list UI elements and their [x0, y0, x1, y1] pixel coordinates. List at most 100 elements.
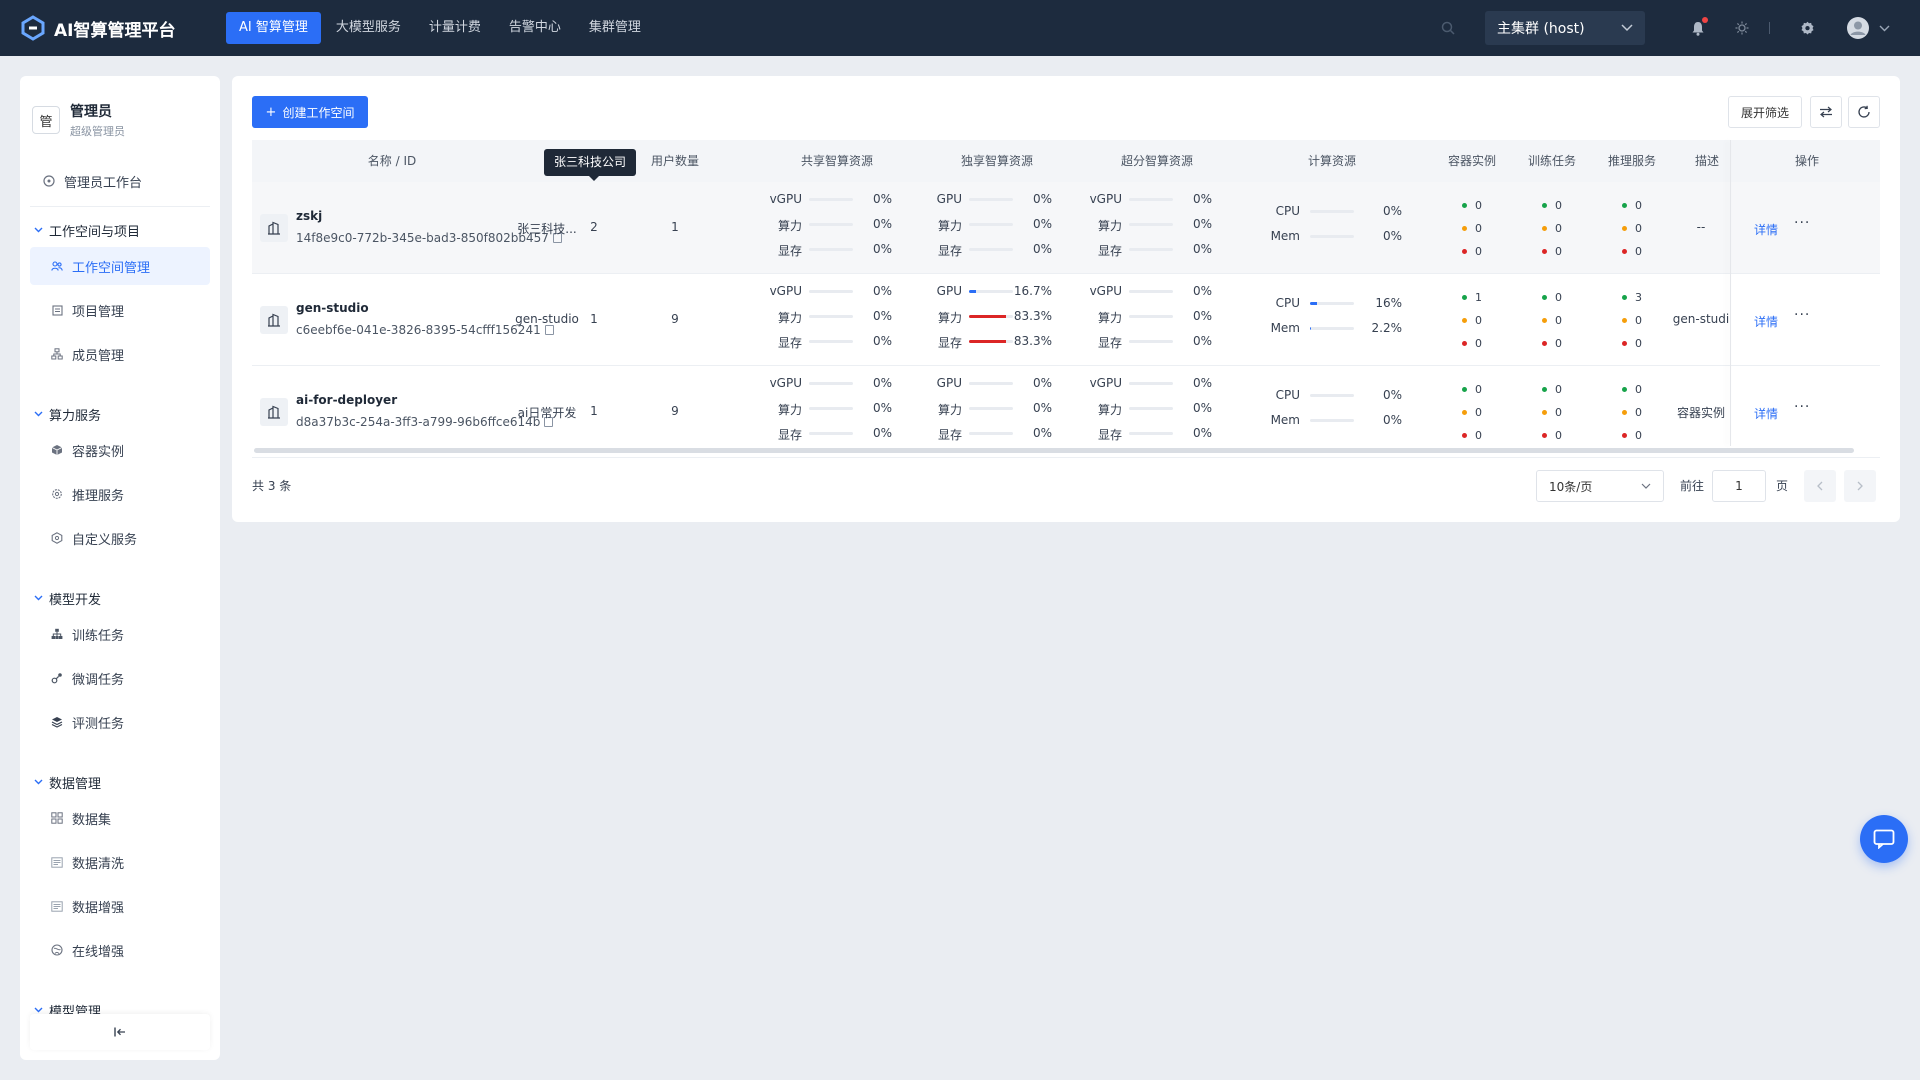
sidebar-group-model-dev[interactable]: 模型开发	[34, 588, 101, 608]
inference-stat-count: 0	[1635, 222, 1642, 235]
more-actions-icon[interactable]: ···	[1794, 215, 1810, 231]
sidebar-item-datasets[interactable]: 数据集	[30, 799, 210, 837]
chevron-down-icon	[34, 593, 43, 604]
detail-link[interactable]: 详情	[1754, 313, 1778, 330]
page-size-select[interactable]: 10条/页	[1536, 470, 1664, 502]
sidebar-item-workspace-management[interactable]: 工作空间管理	[30, 247, 210, 285]
sidebar-item-workbench[interactable]: 管理员工作台	[30, 162, 210, 200]
training-stat: 0	[1542, 245, 1562, 258]
refresh-button[interactable]	[1848, 96, 1880, 128]
nav-billing[interactable]: 计量计费	[416, 12, 494, 44]
users-icon	[50, 259, 64, 273]
bell-icon[interactable]	[1687, 17, 1709, 39]
sidebar-item-data-augment[interactable]: 数据增强	[30, 887, 210, 925]
sidebar-item-members[interactable]: 成员管理	[30, 335, 210, 373]
status-dot	[1542, 410, 1547, 415]
sidebar-item-training[interactable]: 训练任务	[30, 615, 210, 653]
user-count: 1	[671, 220, 679, 234]
gear-icon[interactable]	[1796, 17, 1818, 39]
status-dot	[1542, 318, 1547, 323]
grid-icon	[50, 811, 64, 825]
resource-label: 显存	[937, 336, 962, 350]
resource-label: 显存	[937, 428, 962, 442]
sidebar-item-finetune[interactable]: 微调任务	[30, 659, 210, 697]
sidebar-item-containers[interactable]: 容器实例	[30, 431, 210, 469]
page-number-input[interactable]: 1	[1712, 470, 1766, 502]
status-dot	[1462, 203, 1467, 208]
sitemap-icon	[50, 627, 64, 641]
sidebar-item-inference[interactable]: 推理服务	[30, 475, 210, 513]
sidebar-item-evaluation[interactable]: 评测任务	[30, 703, 210, 741]
sidebar-item-data-cleaning[interactable]: 数据清洗	[30, 843, 210, 881]
detail-link[interactable]: 详情	[1754, 221, 1778, 238]
resource-line: vGPU 0%	[1077, 284, 1212, 298]
prev-page-button[interactable]	[1804, 470, 1836, 502]
resource-label: GPU	[936, 284, 962, 298]
workspace-name[interactable]: zskj	[296, 209, 322, 223]
resource-percent: 83.3%	[1013, 309, 1052, 323]
expand-filter-button[interactable]: 展开筛选	[1728, 96, 1802, 128]
copy-icon[interactable]	[544, 325, 554, 335]
nav-alerts[interactable]: 告警中心	[496, 12, 574, 44]
shared-resources: vGPU 0% 算力 0% 显存 0%	[757, 192, 892, 264]
status-dot	[1622, 295, 1627, 300]
horizontal-scrollbar[interactable]	[254, 448, 1854, 453]
app-logo[interactable]: AI智算管理平台	[20, 15, 204, 41]
cluster-selector[interactable]: 主集群 (host)	[1485, 11, 1645, 45]
chat-icon	[1873, 829, 1895, 849]
sidebar-collapse-button[interactable]	[30, 1014, 210, 1050]
col-compute: 计算资源	[1307, 154, 1356, 168]
status-dot	[1462, 341, 1467, 346]
training-stat: 0	[1542, 199, 1562, 212]
status-dot	[1622, 341, 1627, 346]
sidebar-group-data[interactable]: 数据管理	[34, 772, 101, 792]
sidebar-item-online-augment[interactable]: 在线增强	[30, 931, 210, 969]
resource-percent: 0%	[1382, 413, 1402, 427]
create-workspace-button[interactable]: + 创建工作空间	[252, 96, 368, 128]
container-stat-count: 0	[1475, 199, 1482, 212]
sidebar-item-custom-service[interactable]: 自定义服务	[30, 519, 210, 557]
col-ops: 操作	[1794, 154, 1819, 168]
column-settings-button[interactable]	[1810, 96, 1842, 128]
detail-link[interactable]: 详情	[1754, 405, 1778, 422]
resource-percent: 16.7%	[1013, 284, 1052, 298]
sidebar-item-label: 工作空间管理	[72, 260, 151, 276]
status-dot	[1462, 226, 1467, 231]
resource-line: GPU 0%	[917, 376, 1052, 390]
training-stat-count: 0	[1555, 222, 1562, 235]
inference-stat: 0	[1622, 406, 1642, 419]
usage-bar-fill	[969, 315, 1006, 318]
more-actions-icon[interactable]: ···	[1794, 307, 1810, 323]
usage-bar	[809, 382, 853, 385]
training-stat: 0	[1542, 337, 1562, 350]
sun-icon[interactable]	[1731, 17, 1753, 39]
resource-line: 算力 83.3%	[917, 309, 1052, 325]
sidebar-group-workspace[interactable]: 工作空间与项目	[34, 220, 140, 240]
sidebar-group-compute[interactable]: 算力服务	[34, 404, 101, 424]
dashboard-icon	[42, 174, 56, 188]
more-actions-icon[interactable]: ···	[1794, 399, 1810, 415]
workspace-name[interactable]: gen-studio	[296, 301, 369, 315]
resource-label: 显存	[1097, 336, 1122, 350]
inference-stat: 0	[1622, 429, 1642, 442]
collapse-left-icon	[114, 1027, 125, 1037]
resource-label: CPU	[1275, 388, 1300, 402]
next-page-button[interactable]	[1844, 470, 1876, 502]
resource-line: 显存 0%	[917, 426, 1052, 442]
resource-line: 显存 83.3%	[917, 334, 1052, 350]
nav-cluster[interactable]: 集群管理	[576, 12, 654, 44]
avatar[interactable]	[1846, 16, 1870, 40]
user-avatar: 管	[32, 106, 60, 134]
chevron-left-icon	[1817, 481, 1823, 491]
resource-label: vGPU	[769, 376, 802, 390]
workspace-name[interactable]: ai-for-deployer	[296, 393, 397, 407]
nav-llm-service[interactable]: 大模型服务	[323, 12, 414, 44]
chevron-down-icon	[1641, 483, 1651, 489]
resource-label: vGPU	[1089, 376, 1122, 390]
chevron-down-icon[interactable]	[1878, 17, 1890, 39]
nav-ai-compute[interactable]: AI 智算管理	[226, 12, 321, 44]
sidebar-item-projects[interactable]: 项目管理	[30, 291, 210, 329]
search-icon[interactable]	[1437, 17, 1459, 39]
resource-percent: 0%	[872, 192, 892, 206]
chat-button[interactable]	[1860, 815, 1908, 863]
